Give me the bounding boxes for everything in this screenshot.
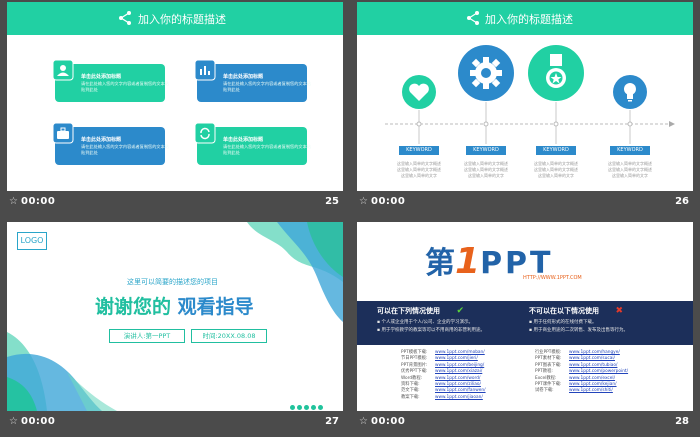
card-text: 请在此处输入您的文字内容或者复制您的文本粘贴到此处	[223, 144, 311, 155]
slide-meta: ☆ 00:00 28	[357, 411, 693, 434]
can-use-line: ▪ 用于学校教学的教案等可以不用商用的非营利用途。	[377, 328, 485, 333]
share-icon	[119, 11, 131, 25]
slide-canvas: 加入你的标题描述 单击此处添加标题 请在此处输入您的文字内容或者复制您的文本粘贴…	[7, 2, 343, 191]
can-use-label: 可以在下列情况使用	[377, 307, 440, 315]
cross-icon: ✖	[615, 306, 623, 316]
card-text: 请在此处输入您的文字内容或者复制您的文本粘贴到此处	[223, 81, 311, 92]
star-icon: ☆	[9, 196, 18, 207]
slide-canvas: 加入你的标题描述 KEYWORD KEYWORD KEYWORD KEYWORD…	[357, 2, 693, 191]
link-url[interactable]: www.1ppt.com/word/	[435, 376, 480, 381]
slide-timing: 00:00	[21, 416, 56, 427]
card-title: 单击此处添加标题	[223, 74, 264, 80]
logo-box: LOGO	[17, 232, 47, 250]
slide-thumbnail-27[interactable]: LOGO 这里可以简要的描述您的项目 谢谢您的 观看指导 演讲人:第一PPT 时…	[7, 222, 343, 434]
card-text: 请在此处输入您的文字内容或者复制您的文本粘贴到此处	[81, 144, 169, 155]
link-url[interactable]: www.1ppt.com/sucai/	[569, 356, 615, 361]
briefcase-icon	[52, 122, 74, 144]
link-url[interactable]: www.1ppt.com/fanwen/	[435, 388, 486, 393]
info-card: 单击此处添加标题 请在此处输入您的文字内容或者复制您的文本粘贴到此处	[194, 122, 311, 165]
can-use-title: 可以在下列情况使用 ✔	[377, 306, 464, 316]
link-url[interactable]: www.1ppt.com/powerpoint/	[569, 369, 628, 374]
cannot-use-title: 不可以在以下情况使用 ✖	[529, 306, 623, 316]
chart-icon	[194, 59, 216, 81]
slide-meta: ☆ 00:00 27	[7, 411, 343, 434]
link-row: 教案下载: www.1ppt.com/jiaoan/	[401, 395, 486, 401]
link-label: 试卷下载:	[535, 388, 554, 394]
link-label: 教案下载:	[401, 394, 420, 400]
card-text: 请在此处输入您的文字内容或者复制您的文本粘贴到此处	[81, 81, 169, 92]
slide-timing: 00:00	[21, 196, 56, 207]
link-url[interactable]: www.1ppt.com/shiti/	[569, 388, 613, 393]
keyword-desc: 这里输入简单的文字概述这里输入简单的文字概述这里输入简单的文字	[397, 161, 441, 178]
check-icon: ✔	[456, 306, 464, 316]
slide-canvas: 第1PPT HTTP://WWW.1PPT.COM 可以在下列情况使用 ✔ ▪ …	[357, 222, 693, 411]
cannot-use-line: ▪ 用于任何形式的在线付费下载。	[529, 320, 597, 325]
link-url[interactable]: www.1ppt.com/moban/	[435, 350, 485, 355]
star-icon: ☆	[359, 196, 368, 207]
presenter-box: 演讲人:第一PPT	[109, 329, 185, 343]
thanks-title-part1: 谢谢您的	[95, 296, 172, 318]
info-card: 单击此处添加标题 请在此处输入您的文字内容或者复制您的文本粘贴到此处	[194, 59, 311, 102]
link-url[interactable]: www.1ppt.com/hangye/	[569, 350, 620, 355]
refresh-icon	[194, 122, 216, 144]
link-url[interactable]: www.1ppt.com/jieri/	[435, 356, 478, 361]
star-icon: ☆	[359, 416, 368, 427]
usage-panel: 可以在下列情况使用 ✔ ▪ 个人或企业用于个人/公司、企业的学习演示。 ▪ 用于…	[357, 301, 693, 345]
keyword-label: KEYWORD	[399, 146, 439, 155]
slide-timing: 00:00	[371, 416, 406, 427]
card-title: 单击此处添加标题	[81, 74, 122, 80]
brand-char: 第	[425, 246, 455, 281]
slide-title: 加入你的标题描述	[138, 13, 226, 26]
link-url[interactable]: www.1ppt.com/beijing/	[435, 363, 484, 368]
date-box: 时间:20XX.08.08	[191, 329, 267, 343]
slide-subtitle: 这里可以简要的描述您的项目	[127, 278, 218, 286]
header-bar: 加入你的标题描述	[7, 2, 343, 35]
info-card: 单击此处添加标题 请在此处输入您的文字内容或者复制您的文本粘贴到此处	[52, 122, 169, 165]
card-title: 单击此处添加标题	[223, 137, 264, 143]
thanks-title: 谢谢您的 观看指导	[95, 292, 254, 319]
logo-text: LOGO	[20, 236, 44, 245]
slide-number: 27	[325, 416, 339, 427]
slide-meta: ☆ 00:00 26	[357, 191, 693, 214]
star-icon: ☆	[9, 416, 18, 427]
slide-thumbnail-26[interactable]: 加入你的标题描述 KEYWORD KEYWORD KEYWORD KEYWORD…	[357, 2, 693, 214]
pagination-dots	[290, 395, 323, 411]
link-url[interactable]: www.1ppt.com/kejian/	[569, 382, 617, 387]
cannot-use-label: 不可以在以下情况使用	[529, 307, 599, 315]
keyword-label: KEYWORD	[610, 146, 650, 155]
can-use-line: ▪ 个人或企业用于个人/公司、企业的学习演示。	[377, 320, 473, 325]
link-url[interactable]: www.1ppt.com/excel/	[569, 376, 615, 381]
heart-icon	[402, 75, 436, 109]
link-url[interactable]: www.1ppt.com/xiazai/	[435, 369, 482, 374]
link-url[interactable]: www.1ppt.com/ziliao/	[435, 382, 481, 387]
brand-url: HTTP://WWW.1PPT.COM	[523, 275, 582, 281]
bulb-icon	[613, 75, 647, 109]
gear-icon	[458, 45, 514, 101]
slide-number: 28	[675, 416, 689, 427]
link-row: 试卷下载: www.1ppt.com/shiti/	[535, 388, 628, 394]
slide-canvas: LOGO 这里可以简要的描述您的项目 谢谢您的 观看指导 演讲人:第一PPT 时…	[7, 222, 343, 411]
links-left: PPT模板下载: www.1ppt.com/moban/节日PPT模板: www.1…	[401, 350, 486, 401]
keyword-label: KEYWORD	[536, 146, 576, 155]
keyword-desc: 这里输入简单的文字概述这里输入简单的文字概述这里输入简单的文字	[534, 161, 578, 178]
slide-timing: 00:00	[371, 196, 406, 207]
slide-number: 25	[325, 196, 339, 207]
link-url[interactable]: www.1ppt.com/tubiao/	[569, 363, 617, 368]
slide-meta: ☆ 00:00 25	[7, 191, 343, 214]
brand-one: 1	[455, 241, 481, 282]
keyword-desc: 这里输入简单的文字概述这里输入简单的文字概述这里输入简单的文字	[608, 161, 652, 178]
card-title: 单击此处添加标题	[81, 137, 122, 143]
link-url[interactable]: www.1ppt.com/jiaoan/	[435, 395, 483, 400]
info-card: 单击此处添加标题 请在此处输入您的文字内容或者复制您的文本粘贴到此处	[52, 59, 169, 102]
thanks-title-part2: 观看指导	[177, 296, 254, 318]
cannot-use-line: ▪ 用于商业用途的二次转售、发布及出售等行为。	[529, 328, 628, 333]
links-right: 行业PPT模板: www.1ppt.com/hangye/PPT素材下载: www.…	[535, 350, 628, 395]
slide-number: 26	[675, 196, 689, 207]
keyword-desc: 这里输入简单的文字概述这里输入简单的文字概述这里输入简单的文字	[464, 161, 508, 178]
user-icon	[52, 59, 74, 81]
slide-thumbnail-25[interactable]: 加入你的标题描述 单击此处添加标题 请在此处输入您的文字内容或者复制您的文本粘贴…	[7, 2, 343, 214]
keyword-label: KEYWORD	[466, 146, 506, 155]
medal-icon	[528, 45, 584, 101]
slide-thumbnail-28[interactable]: 第1PPT HTTP://WWW.1PPT.COM 可以在下列情况使用 ✔ ▪ …	[357, 222, 693, 434]
